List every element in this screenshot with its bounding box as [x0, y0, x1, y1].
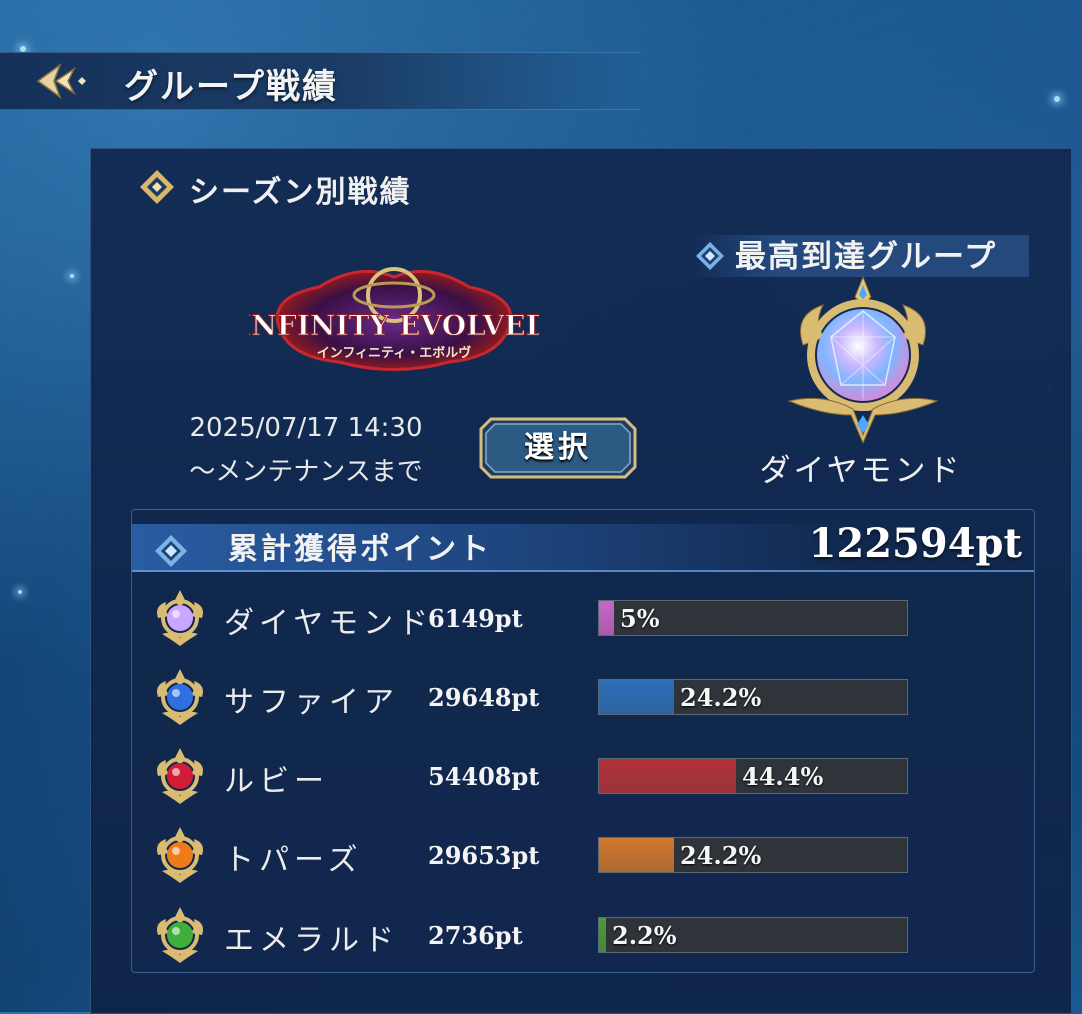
back-arrow-icon: [36, 62, 86, 100]
sapphire-gem-icon: [157, 669, 203, 725]
select-button-label: 選択: [524, 430, 592, 465]
points-title: 累計獲得ポイント: [228, 532, 492, 567]
gem-points: 29648pt: [428, 683, 540, 712]
gold-diamond-icon: [140, 170, 174, 204]
diamond-rank-emblem-icon: [787, 275, 939, 445]
season-period-end: 〜メンテナンスまで: [189, 457, 423, 487]
percent-bar: 24.2%: [598, 679, 908, 715]
topaz-gem-icon: [157, 827, 203, 883]
percent-bar: 5%: [598, 600, 908, 636]
percent-bar-fill: [599, 838, 674, 872]
gem-name: トパーズ: [224, 843, 363, 878]
gem-points-row: ダイヤモンド 6149pt 5%: [132, 588, 1034, 648]
percent-bar-fill: [599, 680, 674, 714]
percent-label: 44.4%: [742, 762, 824, 791]
logo-subtext: インフィニティ・エボルヴ: [317, 345, 472, 361]
season-record-panel: シーズン別戦績 INFINITY EVOLVED インフィニティ・エボルヴ 20…: [90, 148, 1072, 1014]
percent-bar: 44.4%: [598, 758, 908, 794]
gem-name: サファイア: [224, 685, 399, 720]
emerald-gem-icon: [157, 907, 203, 963]
gem-points: 2736pt: [428, 921, 523, 950]
percent-bar: 2.2%: [598, 917, 908, 953]
logo-text: INFINITY EVOLVED: [249, 309, 539, 342]
percent-bar-fill: [599, 601, 614, 635]
page-title: グループ戦績: [124, 67, 338, 107]
best-group-title: 最高到達グループ: [735, 239, 998, 275]
background-sparkle: [1054, 96, 1060, 102]
percent-label: 24.2%: [680, 683, 762, 712]
percent-label: 2.2%: [612, 921, 677, 950]
percent-bar-fill: [599, 918, 606, 952]
gem-points-row: サファイア 29648pt 24.2%: [132, 667, 1034, 727]
blue-diamond-icon: [696, 242, 724, 270]
section-title: シーズン別戦績: [189, 175, 412, 210]
points-total: 122594pt: [808, 520, 1022, 567]
best-group-name: ダイヤモンド: [759, 453, 963, 489]
season-logo: INFINITY EVOLVED インフィニティ・エボルヴ: [249, 267, 539, 371]
background-sparkle: [18, 590, 22, 594]
diamond-gem-icon: [157, 590, 203, 646]
select-season-button[interactable]: 選択: [479, 417, 637, 479]
percent-label: 24.2%: [680, 841, 762, 870]
season-period-start: 2025/07/17 14:30: [189, 413, 423, 443]
gem-points-row: トパーズ 29653pt 24.2%: [132, 825, 1034, 885]
gem-points: 6149pt: [428, 604, 523, 633]
cumulative-points-box: 累計獲得ポイント 122594pt ダイヤモンド 6149pt 5% サファイア 296…: [131, 509, 1035, 973]
gem-points: 29653pt: [428, 841, 540, 870]
gem-name: エメラルド: [224, 923, 399, 958]
gem-name: ダイヤモンド: [224, 606, 434, 641]
percent-bar: 24.2%: [598, 837, 908, 873]
percent-label: 5%: [620, 604, 660, 633]
percent-bar-fill: [599, 759, 736, 793]
header-bar: グループ戦績: [0, 52, 640, 110]
gem-points-row: ルビー 54408pt 44.4%: [132, 746, 1034, 806]
gem-points: 54408pt: [428, 762, 540, 791]
back-button[interactable]: [34, 61, 94, 101]
blue-diamond-icon: [155, 535, 187, 567]
background-sparkle: [70, 274, 74, 278]
gem-name: ルビー: [224, 764, 329, 799]
ruby-gem-icon: [157, 748, 203, 804]
gem-points-row: エメラルド 2736pt 2.2%: [132, 905, 1034, 965]
